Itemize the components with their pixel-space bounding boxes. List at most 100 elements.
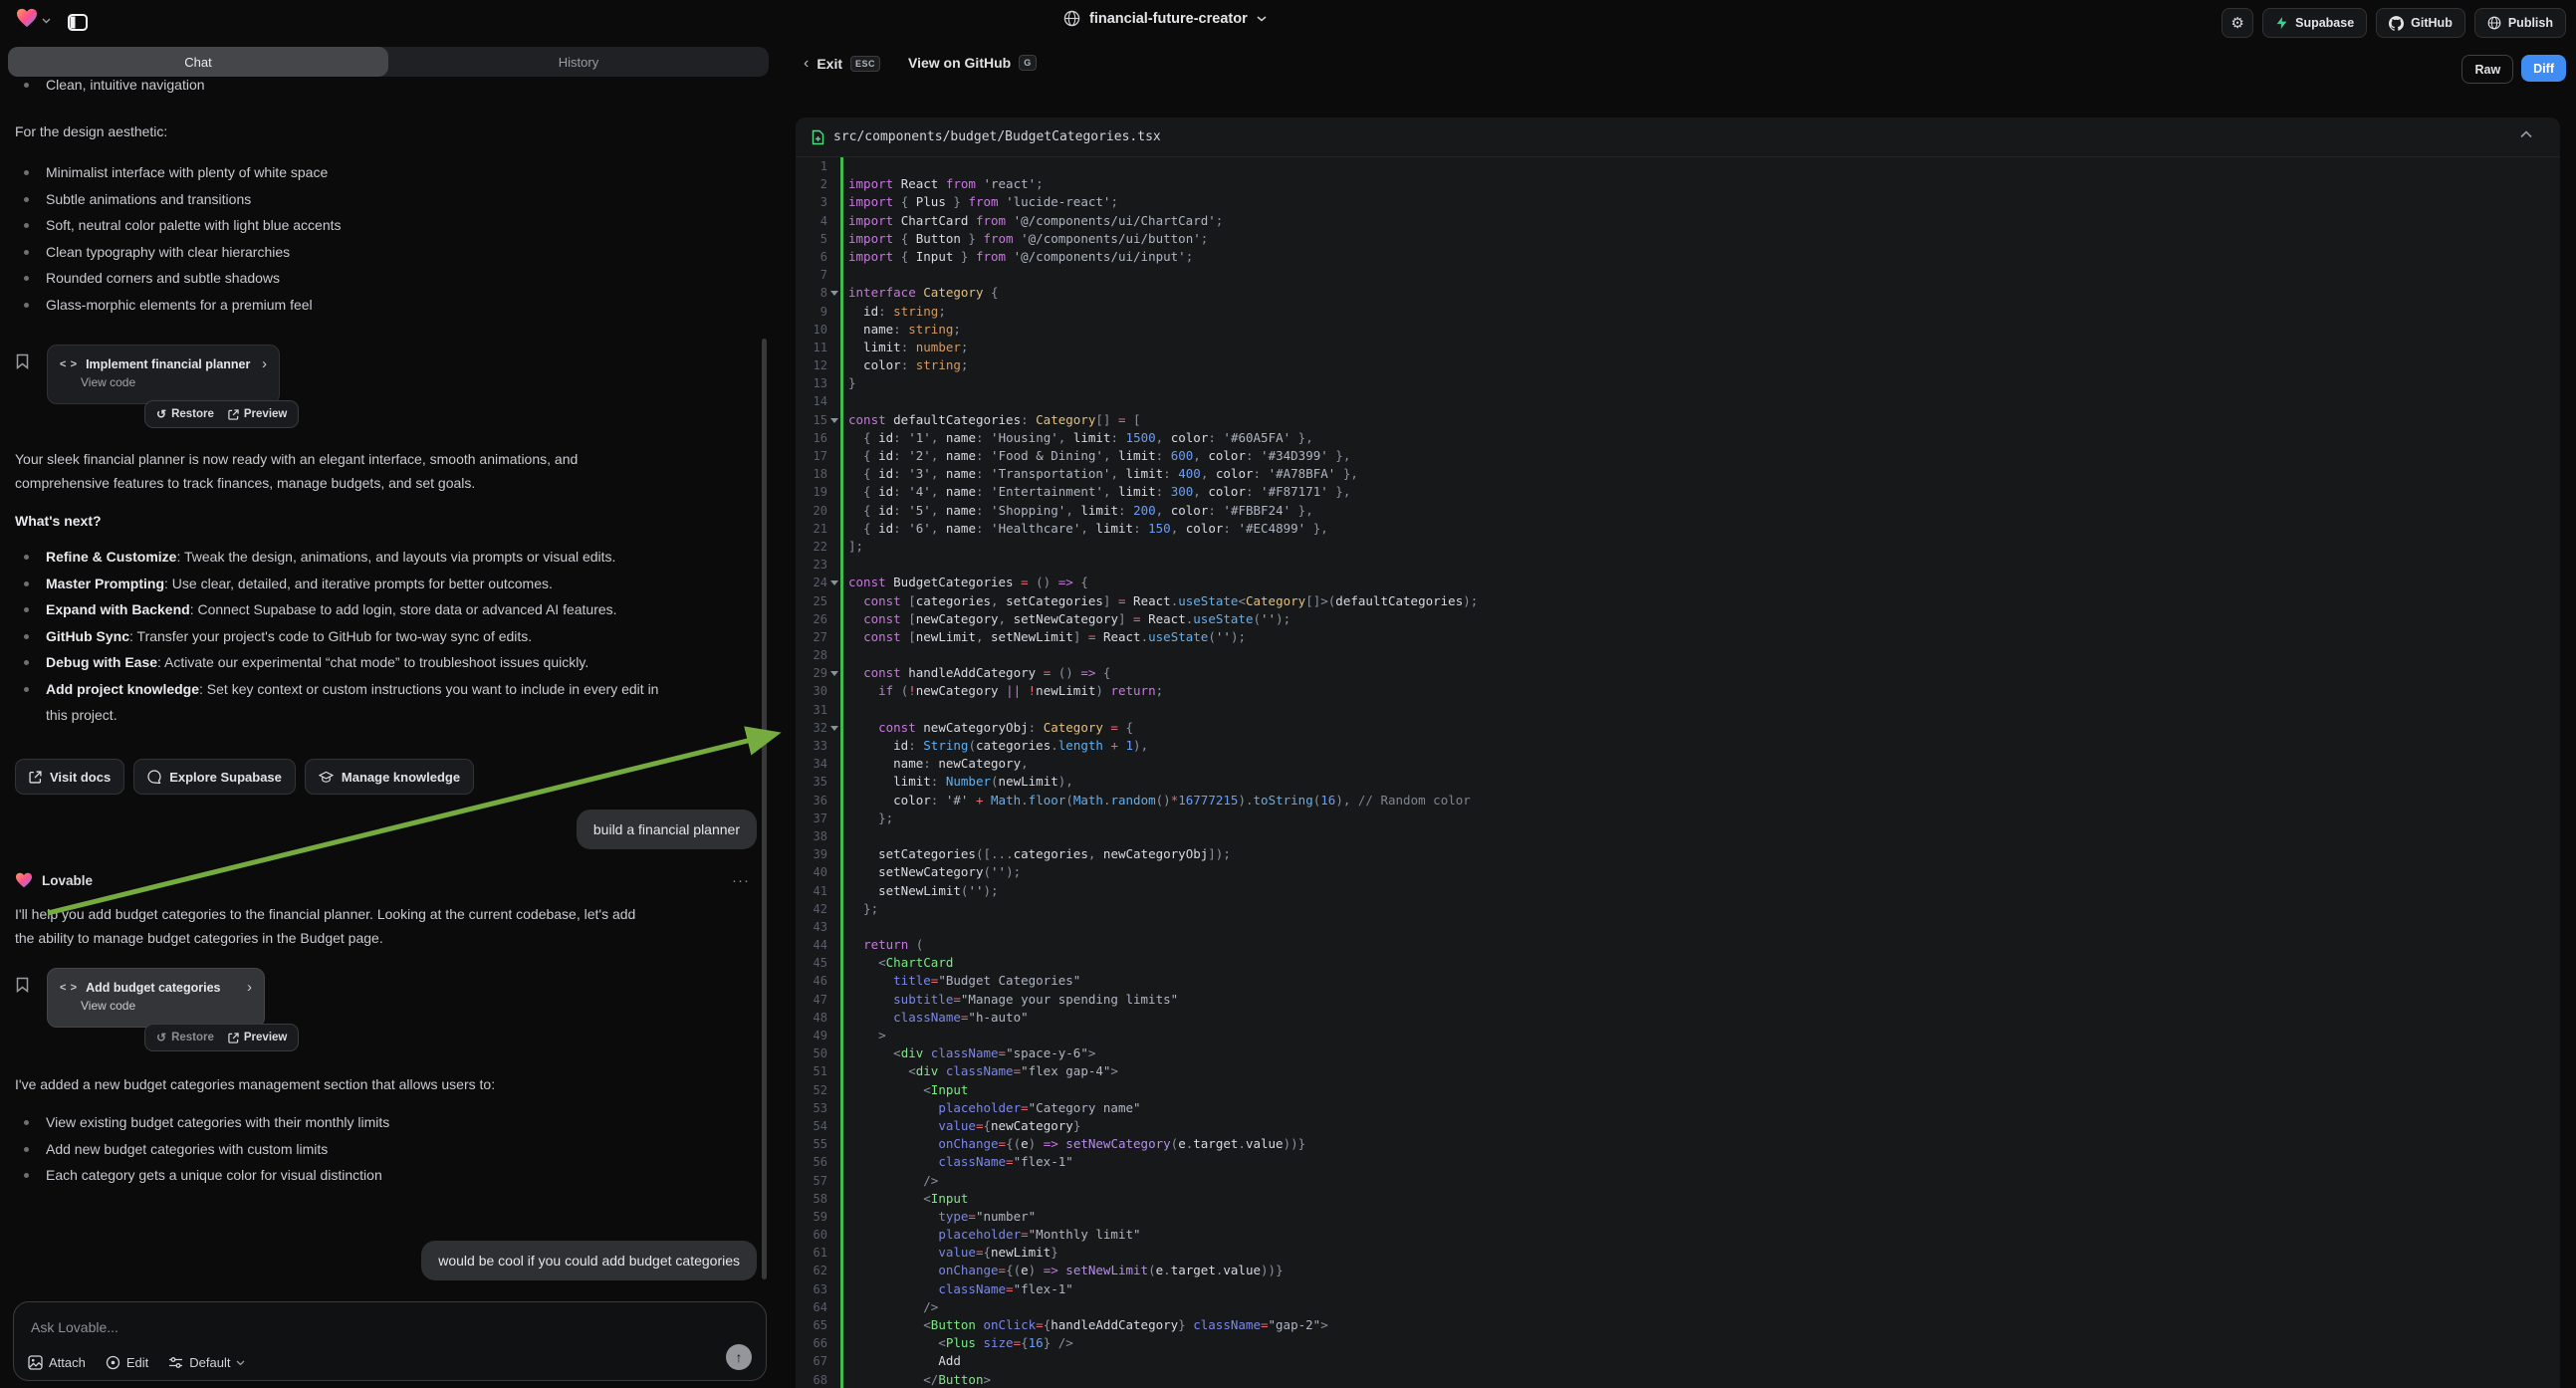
version-card-add-budget-categories[interactable]: < > Add budget categories › View code bbox=[47, 968, 265, 1028]
edit-button[interactable]: Edit bbox=[106, 1355, 148, 1370]
code-token: setNewCategory bbox=[1014, 611, 1118, 626]
fold-toggle[interactable] bbox=[827, 719, 848, 737]
code-token: className bbox=[931, 1045, 999, 1060]
github-button[interactable]: GitHub bbox=[2376, 8, 2465, 38]
file-path-bar[interactable]: src/components/budget/BudgetCategories.t… bbox=[796, 117, 2560, 157]
raw-button[interactable]: Raw bbox=[2461, 55, 2513, 84]
fold-toggle bbox=[827, 755, 848, 773]
code-token: 400 bbox=[1178, 466, 1201, 481]
code-text: className="flex-1" bbox=[848, 1280, 2560, 1298]
fold-toggle bbox=[827, 936, 848, 954]
line-number: 61 bbox=[796, 1244, 827, 1262]
whats-next-heading: What's next? bbox=[15, 513, 102, 529]
code-text: import { Button } from '@/components/ui/… bbox=[848, 230, 2560, 248]
code-text: <ChartCard bbox=[848, 954, 2560, 972]
visit-docs-button[interactable]: Visit docs bbox=[15, 759, 124, 795]
code-token: ; bbox=[1186, 249, 1194, 264]
list-item: Glass-morphic elements for a premium fee… bbox=[15, 292, 752, 319]
restore-button[interactable]: ↺ Restore bbox=[149, 401, 221, 427]
diff-button[interactable]: Diff bbox=[2521, 55, 2566, 82]
code-token: : bbox=[1246, 484, 1261, 499]
preview-button[interactable]: Preview bbox=[221, 1025, 294, 1050]
code-token: < bbox=[1238, 593, 1246, 608]
code-token: } bbox=[1178, 1317, 1193, 1332]
manage-knowledge-button[interactable]: Manage knowledge bbox=[305, 759, 474, 795]
send-button[interactable]: ↑ bbox=[726, 1344, 752, 1370]
fold-toggle[interactable] bbox=[827, 664, 848, 682]
attach-button[interactable]: Attach bbox=[28, 1355, 86, 1370]
chat-scrollbar[interactable] bbox=[762, 339, 767, 1279]
view-on-github-button[interactable]: View on GitHub G bbox=[908, 55, 1037, 71]
publish-button[interactable]: Publish bbox=[2474, 8, 2566, 38]
code-token: id bbox=[848, 304, 878, 319]
code-line: 7 bbox=[796, 266, 2560, 284]
code-token: Input bbox=[931, 1082, 969, 1097]
circle-dot-icon bbox=[106, 1355, 120, 1370]
code-token: : bbox=[976, 448, 991, 463]
code-token: < bbox=[848, 1082, 931, 1097]
code-token bbox=[848, 611, 863, 626]
mode-select[interactable]: Default bbox=[168, 1355, 245, 1370]
project-menu[interactable]: financial-future-creator bbox=[1063, 10, 1267, 27]
composer-input[interactable]: Ask Lovable... bbox=[31, 1319, 118, 1335]
code-token: className bbox=[893, 1010, 961, 1025]
fold-toggle[interactable] bbox=[827, 574, 848, 591]
view-code-link[interactable]: View code bbox=[48, 372, 279, 389]
code-token: . bbox=[1021, 793, 1029, 808]
code-token: ]; bbox=[848, 539, 863, 554]
list-item: GitHub Sync: Transfer your project's cod… bbox=[15, 623, 757, 650]
settings-button[interactable]: ⚙ bbox=[2222, 8, 2253, 38]
code-token: : bbox=[1223, 521, 1238, 536]
code-line: 58 <Input bbox=[796, 1190, 2560, 1208]
view-code-link[interactable]: View code bbox=[48, 996, 264, 1013]
code-text bbox=[848, 392, 2560, 410]
code-token: : bbox=[976, 484, 991, 499]
code-token: "h-auto" bbox=[968, 1010, 1028, 1025]
code-token: : bbox=[1029, 720, 1044, 735]
version-card-implement-financial-planner[interactable]: < > Implement financial planner › View c… bbox=[47, 345, 280, 404]
code-token: categories bbox=[1014, 846, 1088, 861]
explore-supabase-button[interactable]: Explore Supabase bbox=[133, 759, 296, 795]
code-token: categories bbox=[916, 593, 991, 608]
line-number: 16 bbox=[796, 429, 827, 447]
line-number: 19 bbox=[796, 483, 827, 501]
code-token: { bbox=[1125, 720, 1133, 735]
code-token: onClick bbox=[983, 1317, 1036, 1332]
code-lines: 12import React from 'react';3import { Pl… bbox=[796, 157, 2560, 1388]
graduation-cap-icon bbox=[319, 771, 334, 784]
code-token: { bbox=[901, 249, 916, 264]
code-token: Math bbox=[1073, 793, 1103, 808]
message-more-menu-icon[interactable]: ··· bbox=[732, 872, 750, 889]
code-token: . bbox=[1238, 1136, 1246, 1151]
exit-button[interactable]: ‹ Exit ESC bbox=[804, 55, 880, 73]
code-token: , bbox=[1088, 846, 1103, 861]
code-token: '' bbox=[968, 883, 983, 898]
supabase-button[interactable]: Supabase bbox=[2262, 8, 2367, 38]
lovable-heart-icon bbox=[15, 872, 33, 888]
code-token: => bbox=[1044, 1263, 1066, 1277]
code-token: ); bbox=[1463, 593, 1478, 608]
line-number: 53 bbox=[796, 1099, 827, 1117]
restore-button[interactable]: ↺ Restore bbox=[149, 1025, 221, 1050]
fold-toggle[interactable] bbox=[827, 411, 848, 429]
preview-button[interactable]: Preview bbox=[221, 401, 294, 427]
code-token: categories bbox=[976, 738, 1051, 753]
code-text: const defaultCategories: Category[] = [ bbox=[848, 411, 2560, 429]
code-token: import bbox=[848, 194, 901, 209]
code-token: } bbox=[1051, 1245, 1058, 1260]
fold-toggle[interactable] bbox=[827, 284, 848, 302]
bookmark-icon[interactable] bbox=[16, 977, 29, 993]
bookmark-icon[interactable] bbox=[16, 353, 29, 369]
code-token: = bbox=[1261, 1317, 1269, 1332]
code-token: '3' bbox=[908, 466, 931, 481]
collapse-chevron-up-icon[interactable] bbox=[2520, 130, 2532, 138]
code-line: 57 /> bbox=[796, 1172, 2560, 1190]
code-text bbox=[848, 918, 2560, 936]
line-number: 8 bbox=[796, 284, 827, 302]
code-token: < bbox=[848, 1317, 931, 1332]
code-token: id bbox=[878, 521, 893, 536]
code-line: 32 const newCategoryObj: Category = { bbox=[796, 719, 2560, 737]
code-token: , bbox=[1058, 430, 1073, 445]
line-number: 48 bbox=[796, 1009, 827, 1027]
code-text: id: string; bbox=[848, 303, 2560, 321]
